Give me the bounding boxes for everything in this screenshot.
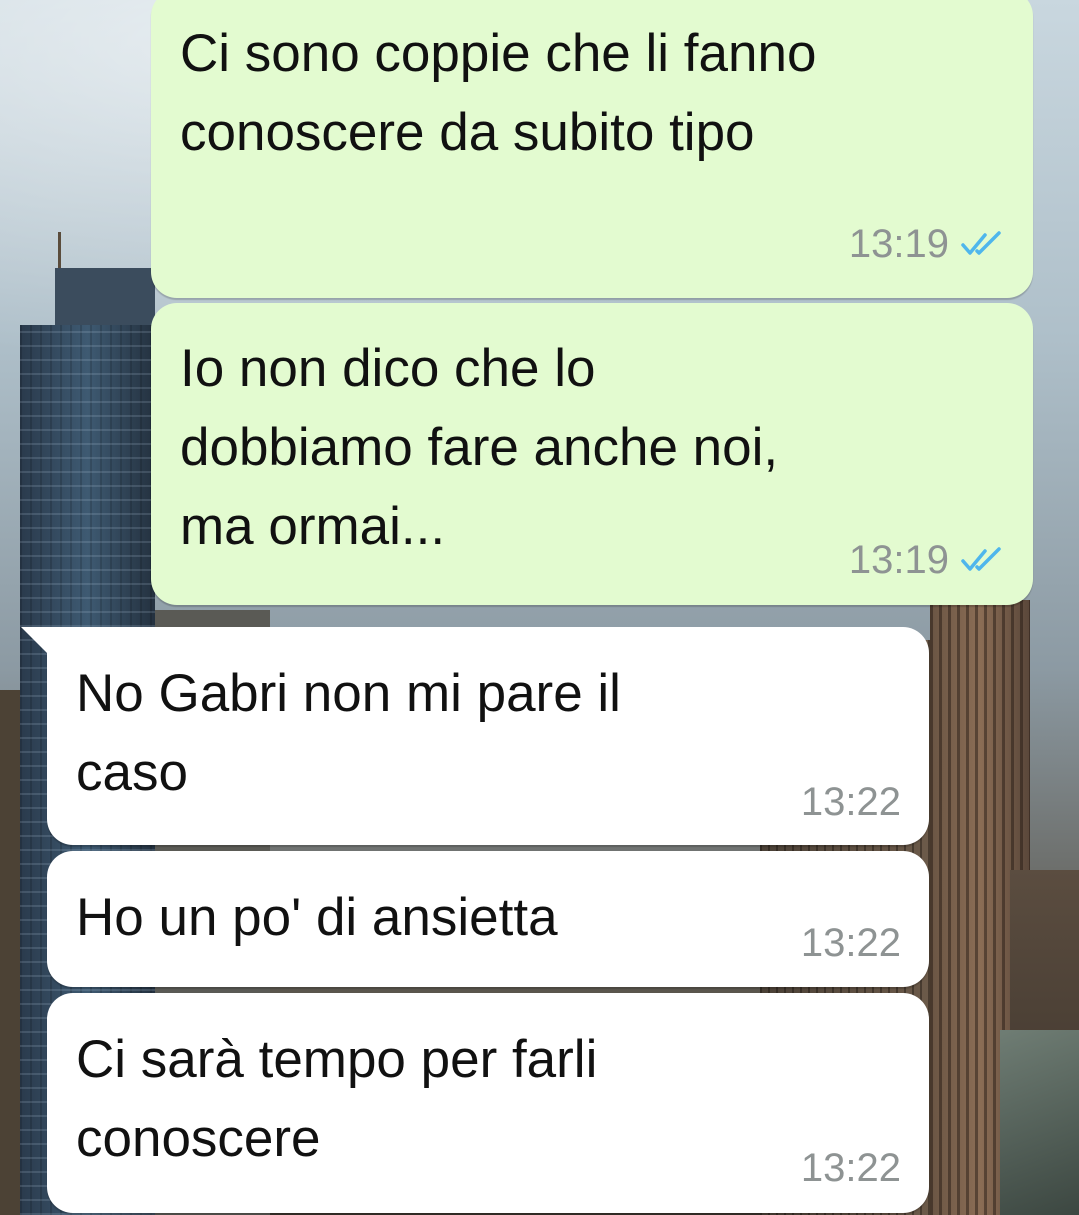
message-text: Ho un po' di ansietta xyxy=(76,888,558,947)
message-meta: 13:22 xyxy=(801,782,901,822)
bubble-tail xyxy=(21,627,47,653)
incoming-message-bubble[interactable]: Ho un po' di ansietta 13:22 xyxy=(47,851,929,987)
message-text: No Gabri non mi pare il caso xyxy=(76,664,621,802)
message-time: 13:22 xyxy=(800,780,901,824)
message-text: Ci sarà tempo per farli conoscere xyxy=(76,1030,598,1168)
double-check-read-icon xyxy=(961,231,1001,255)
message-time: 13:19 xyxy=(848,222,949,266)
outgoing-message-bubble[interactable]: Ci sono coppie che li fanno conoscere da… xyxy=(151,0,1033,298)
double-check-read-icon xyxy=(961,547,1001,571)
message-time: 13:22 xyxy=(800,1146,901,1190)
message-meta: 13:22 xyxy=(801,1148,901,1188)
message-meta: 13:19 xyxy=(849,224,1005,264)
message-meta: 13:19 xyxy=(849,540,1005,580)
incoming-message-bubble[interactable]: Ci sarà tempo per farli conoscere 13:22 xyxy=(47,993,929,1213)
message-time: 13:19 xyxy=(848,538,949,582)
message-time: 13:22 xyxy=(800,921,901,965)
wallpaper-building xyxy=(1000,1030,1079,1215)
message-text: Ci sono coppie che li fanno conoscere da… xyxy=(180,24,817,162)
incoming-message-bubble[interactable]: No Gabri non mi pare il caso 13:22 xyxy=(21,627,929,845)
outgoing-message-bubble[interactable]: Io non dico che lo dobbiamo fare anche n… xyxy=(151,303,1033,605)
message-meta: 13:22 xyxy=(801,923,901,963)
wallpaper-spire xyxy=(58,232,61,272)
message-text: Io non dico che lo dobbiamo fare anche n… xyxy=(180,339,779,556)
